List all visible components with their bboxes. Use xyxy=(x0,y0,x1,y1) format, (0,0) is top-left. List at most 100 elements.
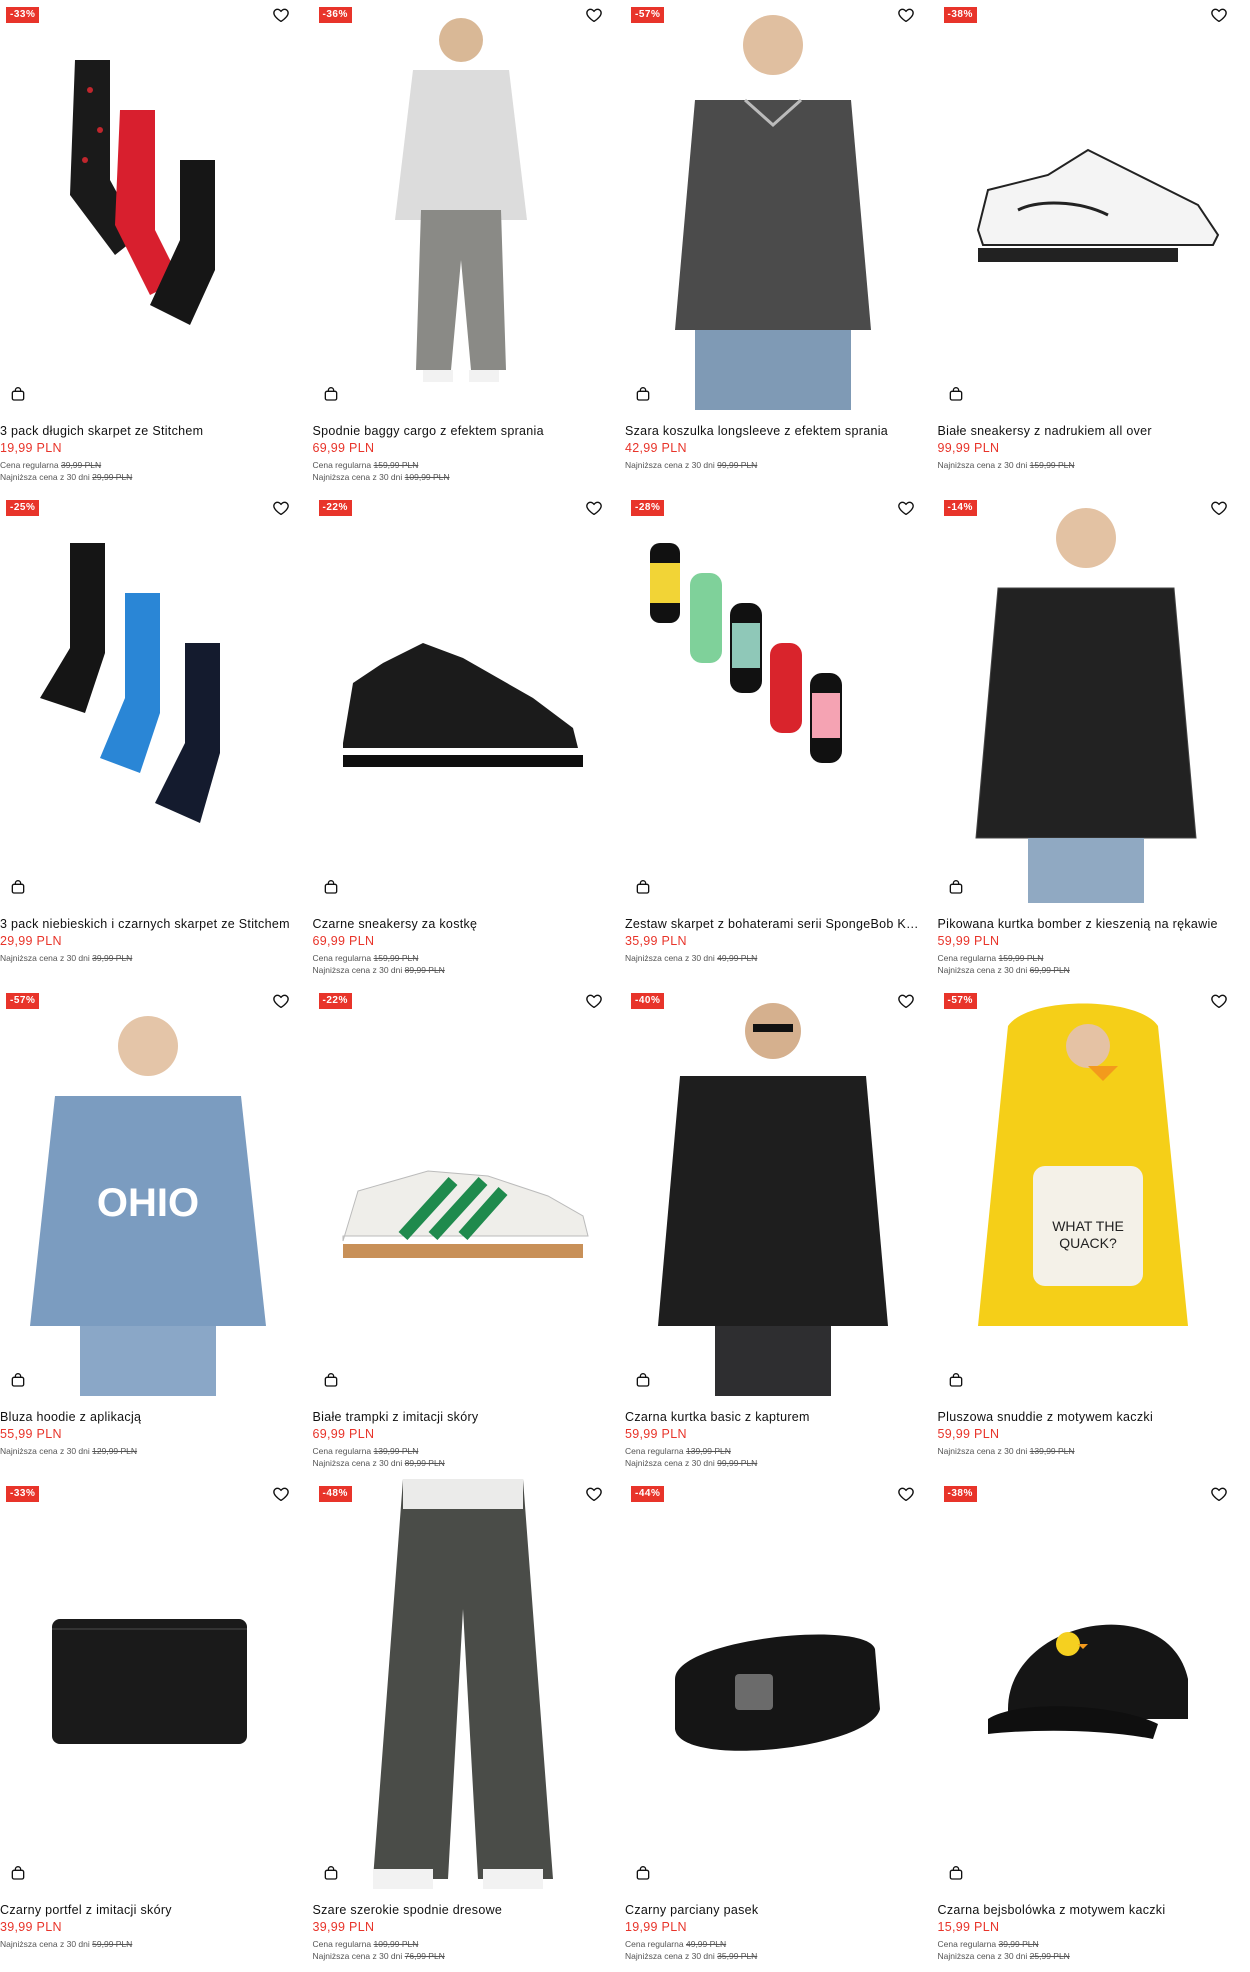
product-image[interactable]: -44% xyxy=(625,1479,921,1889)
product-photo[interactable] xyxy=(0,0,296,410)
product-image[interactable]: -14% xyxy=(938,493,1234,903)
product-photo[interactable]: OHIO xyxy=(0,986,296,1396)
heart-icon[interactable] xyxy=(897,499,915,517)
heart-icon[interactable] xyxy=(585,499,603,517)
heart-icon[interactable] xyxy=(1210,6,1228,24)
shopping-bag-icon[interactable] xyxy=(635,1372,651,1388)
shopping-bag-icon[interactable] xyxy=(10,1372,26,1388)
product-image[interactable]: -22% xyxy=(313,986,609,1396)
product-name[interactable]: 3 pack niebieskich i czarnych skarpet ze… xyxy=(0,917,300,931)
product-photo[interactable] xyxy=(938,0,1234,410)
product-name[interactable]: Czarny parciany pasek xyxy=(625,1903,925,1917)
heart-icon[interactable] xyxy=(272,1485,290,1503)
product-photo[interactable] xyxy=(313,0,609,410)
product-name[interactable]: Czarna bejsbolówka z motywem kaczki xyxy=(938,1903,1238,1917)
product-card-12[interactable]: WHAT THEQUACK? -57% Pluszowa snuddie z m… xyxy=(938,986,1250,1479)
product-image[interactable]: -22% xyxy=(313,493,609,903)
product-image[interactable]: -38% xyxy=(938,0,1234,410)
product-price: 19,99 PLN xyxy=(0,441,307,455)
product-card-10[interactable]: -22% Białe trampki z imitacji skóry 69,9… xyxy=(313,986,626,1479)
heart-icon[interactable] xyxy=(1210,1485,1228,1503)
product-name[interactable]: Białe sneakersy z nadrukiem all over xyxy=(938,424,1238,438)
product-image[interactable]: -38% xyxy=(938,1479,1234,1889)
heart-icon[interactable] xyxy=(272,992,290,1010)
product-image[interactable]: WHAT THEQUACK? -57% xyxy=(938,986,1234,1396)
shopping-bag-icon[interactable] xyxy=(948,1865,964,1881)
shopping-bag-icon[interactable] xyxy=(635,386,651,402)
shopping-bag-icon[interactable] xyxy=(323,386,339,402)
shopping-bag-icon[interactable] xyxy=(948,879,964,895)
product-card-11[interactable]: -40% Czarna kurtka basic z kapturem 59,9… xyxy=(625,986,938,1479)
lowest-price-line: Najniższa cena z 30 dni 89,99 PLN xyxy=(313,1457,620,1469)
shopping-bag-icon[interactable] xyxy=(10,386,26,402)
product-card-2[interactable]: -36% Spodnie baggy cargo z efektem spran… xyxy=(313,0,626,493)
product-card-4[interactable]: -38% Białe sneakersy z nadrukiem all ove… xyxy=(938,0,1250,493)
regular-price-line: Cena regularna 139,99 PLN xyxy=(625,1445,932,1457)
product-photo[interactable] xyxy=(938,1479,1234,1889)
heart-icon[interactable] xyxy=(272,499,290,517)
product-image[interactable]: -33% xyxy=(0,1479,296,1889)
product-image[interactable]: -28% xyxy=(625,493,921,903)
product-photo[interactable] xyxy=(625,0,921,410)
product-photo[interactable] xyxy=(625,1479,921,1889)
shopping-bag-icon[interactable] xyxy=(635,1865,651,1881)
product-card-6[interactable]: -22% Czarne sneakersy za kostkę 69,99 PL… xyxy=(313,493,626,986)
product-name[interactable]: Czarna kurtka basic z kapturem xyxy=(625,1410,925,1424)
product-name[interactable]: Pikowana kurtka bomber z kieszenią na rę… xyxy=(938,917,1238,931)
shopping-bag-icon[interactable] xyxy=(323,1372,339,1388)
shopping-bag-icon[interactable] xyxy=(635,879,651,895)
product-name[interactable]: Szara koszulka longsleeve z efektem spra… xyxy=(625,424,925,438)
product-image[interactable]: -36% xyxy=(313,0,609,410)
product-photo[interactable]: WHAT THEQUACK? xyxy=(938,986,1234,1396)
shopping-bag-icon[interactable] xyxy=(10,1865,26,1881)
lowest-price-value: 89,99 PLN xyxy=(405,965,445,975)
product-image[interactable]: OHIO -57% xyxy=(0,986,296,1396)
heart-icon[interactable] xyxy=(585,1485,603,1503)
product-name[interactable]: Czarny portfel z imitacji skóry xyxy=(0,1903,300,1917)
product-image[interactable]: -57% xyxy=(625,0,921,410)
heart-icon[interactable] xyxy=(272,6,290,24)
product-image[interactable]: -25% xyxy=(0,493,296,903)
product-card-13[interactable]: -33% Czarny portfel z imitacji skóry 39,… xyxy=(0,1479,313,1972)
product-photo[interactable] xyxy=(938,493,1234,903)
heart-icon[interactable] xyxy=(1210,499,1228,517)
product-photo[interactable] xyxy=(313,493,609,903)
product-card-3[interactable]: -57% Szara koszulka longsleeve z efektem… xyxy=(625,0,938,493)
heart-icon[interactable] xyxy=(1210,992,1228,1010)
product-card-1[interactable]: -33% 3 pack długich skarpet ze Stitchem … xyxy=(0,0,313,493)
heart-icon[interactable] xyxy=(897,992,915,1010)
product-photo[interactable] xyxy=(0,493,296,903)
product-photo[interactable] xyxy=(625,493,921,903)
heart-icon[interactable] xyxy=(897,6,915,24)
product-name[interactable]: Zestaw skarpet z bohaterami serii Sponge… xyxy=(625,917,925,931)
product-card-15[interactable]: -44% Czarny parciany pasek 19,99 PLN Cen… xyxy=(625,1479,938,1972)
shopping-bag-icon[interactable] xyxy=(323,879,339,895)
product-name[interactable]: 3 pack długich skarpet ze Stitchem xyxy=(0,424,300,438)
heart-icon[interactable] xyxy=(897,1485,915,1503)
shopping-bag-icon[interactable] xyxy=(323,1865,339,1881)
product-name[interactable]: Szare szerokie spodnie dresowe xyxy=(313,1903,613,1917)
product-card-14[interactable]: -48% Szare szerokie spodnie dresowe 39,9… xyxy=(313,1479,626,1972)
product-name[interactable]: Białe trampki z imitacji skóry xyxy=(313,1410,613,1424)
product-name[interactable]: Spodnie baggy cargo z efektem sprania xyxy=(313,424,613,438)
shopping-bag-icon[interactable] xyxy=(948,1372,964,1388)
product-photo[interactable] xyxy=(0,1479,296,1889)
product-name[interactable]: Czarne sneakersy za kostkę xyxy=(313,917,613,931)
product-name[interactable]: Bluza hoodie z aplikacją xyxy=(0,1410,300,1424)
product-card-7[interactable]: -28% Zestaw skarpet z bohaterami serii S… xyxy=(625,493,938,986)
product-photo[interactable] xyxy=(625,986,921,1396)
product-photo[interactable] xyxy=(313,986,609,1396)
product-card-16[interactable]: -38% Czarna bejsbolówka z motywem kaczki… xyxy=(938,1479,1250,1972)
shopping-bag-icon[interactable] xyxy=(948,386,964,402)
product-card-9[interactable]: OHIO -57% Bluza hoodie z aplikacją 55,99… xyxy=(0,986,313,1479)
product-card-8[interactable]: -14% Pikowana kurtka bomber z kieszenią … xyxy=(938,493,1250,986)
shopping-bag-icon[interactable] xyxy=(10,879,26,895)
product-name[interactable]: Pluszowa snuddie z motywem kaczki xyxy=(938,1410,1238,1424)
product-image[interactable]: -40% xyxy=(625,986,921,1396)
heart-icon[interactable] xyxy=(585,992,603,1010)
product-image[interactable]: -33% xyxy=(0,0,296,410)
product-image[interactable]: -48% xyxy=(313,1479,609,1889)
heart-icon[interactable] xyxy=(585,6,603,24)
product-card-5[interactable]: -25% 3 pack niebieskich i czarnych skarp… xyxy=(0,493,313,986)
product-photo[interactable] xyxy=(313,1479,609,1889)
